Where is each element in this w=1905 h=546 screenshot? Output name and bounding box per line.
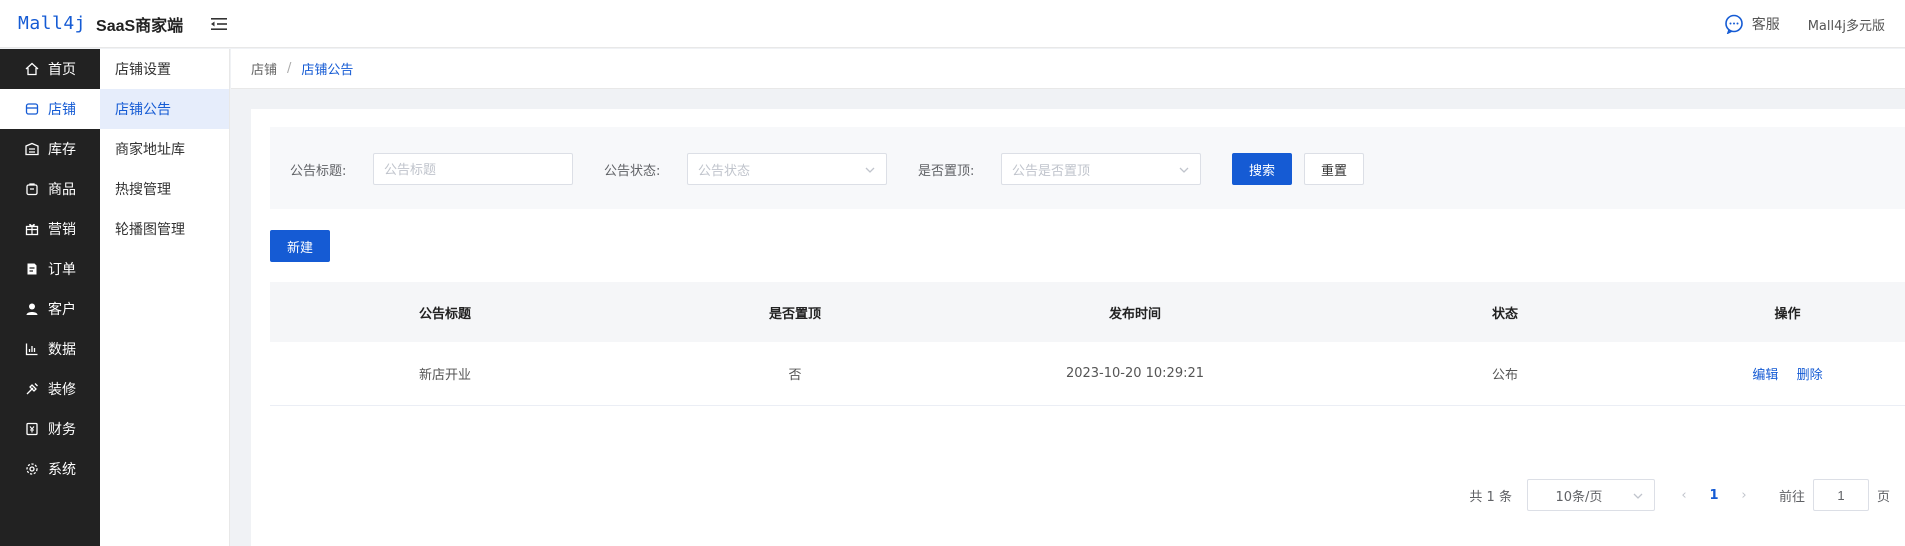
primary-sidebar: 首页 店铺 库存 商品 营销 订单 客户 数据 装修 财务 系统 bbox=[0, 49, 100, 546]
top-filter-placeholder: 公告是否置顶 bbox=[1012, 163, 1091, 179]
status-filter-placeholder: 公告状态 bbox=[698, 163, 751, 179]
sidebar-item-label: 装修 bbox=[48, 382, 76, 398]
logo[interactable]: Mall4j SaaS商家端 bbox=[0, 12, 183, 36]
subnav-item-shop-settings[interactable]: 店铺设置 bbox=[100, 49, 229, 89]
customer-service-button[interactable]: 客服 bbox=[1724, 14, 1780, 34]
sidebar-item-finance[interactable]: 财务 bbox=[0, 409, 100, 449]
collapse-menu-icon[interactable] bbox=[209, 14, 229, 34]
sidebar-item-label: 财务 bbox=[48, 422, 76, 438]
column-header-time: 发布时间 bbox=[1108, 306, 1161, 322]
top-filter-select[interactable]: 公告是否置顶 bbox=[1001, 153, 1201, 185]
stock-icon bbox=[24, 141, 40, 157]
sidebar-item-customers[interactable]: 客户 bbox=[0, 289, 100, 329]
status-filter-label: 公告状态: bbox=[604, 164, 661, 179]
sidebar-item-shop[interactable]: 店铺 bbox=[0, 89, 100, 129]
home-icon bbox=[24, 61, 40, 77]
column-header-title: 公告标题 bbox=[418, 306, 471, 322]
order-icon bbox=[24, 261, 40, 277]
sidebar-item-label: 系统 bbox=[48, 462, 76, 478]
top-header: Mall4j SaaS商家端 客服 Mall4j多元版 bbox=[0, 0, 1905, 48]
cell-actions: 编辑 删除 bbox=[1670, 364, 1905, 383]
sidebar-item-goods[interactable]: 商品 bbox=[0, 169, 100, 209]
page-suffix: 页 bbox=[1876, 489, 1890, 505]
subnav-item-address-book[interactable]: 商家地址库 bbox=[100, 129, 229, 169]
user-icon bbox=[24, 301, 40, 317]
top-filter-label: 是否置顶: bbox=[918, 164, 975, 179]
breadcrumb-current: 店铺公告 bbox=[301, 63, 354, 78]
delete-link[interactable]: 删除 bbox=[1797, 368, 1823, 383]
next-page-button[interactable]: › bbox=[1729, 488, 1759, 503]
breadcrumb-parent[interactable]: 店铺 bbox=[251, 59, 277, 78]
sidebar-item-label: 客户 bbox=[48, 302, 76, 318]
sidebar-item-label: 订单 bbox=[48, 262, 76, 278]
breadcrumb: 店铺 / 店铺公告 bbox=[231, 49, 1905, 89]
subnav-item-carousel[interactable]: 轮播图管理 bbox=[100, 209, 229, 249]
column-header-status: 状态 bbox=[1491, 306, 1518, 322]
page-number-1[interactable]: 1 bbox=[1699, 488, 1729, 503]
sidebar-item-stock[interactable]: 库存 bbox=[0, 129, 100, 169]
column-header-is-top: 是否置顶 bbox=[768, 306, 821, 322]
subnav-item-hot-search[interactable]: 热搜管理 bbox=[100, 169, 229, 209]
goods-icon bbox=[24, 181, 40, 197]
cell-title: 新店开业 bbox=[418, 368, 471, 383]
cell-is-top: 否 bbox=[788, 368, 802, 383]
sidebar-item-decorate[interactable]: 装修 bbox=[0, 369, 100, 409]
search-button[interactable]: 搜索 bbox=[1232, 153, 1292, 185]
decorate-icon bbox=[24, 381, 40, 397]
chevron-down-icon bbox=[1179, 167, 1189, 173]
table-row: 新店开业 否 2023-10-20 10:29:21 公布 编辑 删除 bbox=[270, 342, 1905, 406]
cell-time: 2023-10-20 10:29:21 bbox=[1065, 366, 1205, 381]
logo-text: SaaS商家端 bbox=[96, 17, 184, 35]
chevron-down-icon bbox=[1633, 493, 1643, 499]
table-header: 公告标题 是否置顶 发布时间 状态 操作 bbox=[270, 282, 1905, 342]
subnav-item-shop-notice[interactable]: 店铺公告 bbox=[100, 89, 229, 129]
sidebar-item-marketing[interactable]: 营销 bbox=[0, 209, 100, 249]
sidebar-item-label: 数据 bbox=[48, 342, 76, 358]
gift-icon bbox=[24, 221, 40, 237]
sidebar-item-label: 商品 bbox=[48, 182, 76, 198]
sidebar-item-data[interactable]: 数据 bbox=[0, 329, 100, 369]
gear-icon bbox=[24, 461, 40, 477]
version-label[interactable]: Mall4j多元版 bbox=[1808, 15, 1885, 34]
sidebar-item-orders[interactable]: 订单 bbox=[0, 249, 100, 289]
goto-label: 前往 bbox=[1778, 489, 1805, 505]
shop-icon bbox=[24, 101, 40, 117]
title-filter-label: 公告标题: bbox=[290, 164, 347, 179]
main-content: 公告标题: 公告状态: 公告状态 是否置顶: 公告是否置顶 搜索 重置 新建 公… bbox=[251, 109, 1905, 546]
finance-icon bbox=[24, 421, 40, 437]
edit-link[interactable]: 编辑 bbox=[1752, 368, 1778, 383]
column-header-actions: 操作 bbox=[1774, 306, 1801, 322]
title-filter-field[interactable] bbox=[373, 153, 573, 185]
logo-mark: Mall4j bbox=[18, 13, 87, 34]
pagination: 共 1 条 10条/页 ‹ 1 › 前往 页 bbox=[1469, 479, 1890, 511]
notice-table: 公告标题 是否置顶 发布时间 状态 操作 新店开业 否 2023-10-20 1… bbox=[270, 282, 1905, 406]
sidebar-item-home[interactable]: 首页 bbox=[0, 49, 100, 89]
page-size-value: 10条/页 bbox=[1555, 489, 1603, 505]
sidebar-item-label: 店铺 bbox=[48, 102, 76, 118]
cell-status: 公布 bbox=[1491, 368, 1518, 383]
pagination-total: 共 1 条 bbox=[1469, 489, 1512, 505]
sidebar-item-label: 首页 bbox=[48, 62, 76, 78]
search-panel: 公告标题: 公告状态: 公告状态 是否置顶: 公告是否置顶 搜索 重置 bbox=[270, 127, 1905, 209]
title-filter-input[interactable] bbox=[384, 161, 572, 177]
new-notice-button[interactable]: 新建 bbox=[270, 230, 330, 262]
sidebar-item-label: 营销 bbox=[48, 222, 76, 238]
sidebar-item-label: 库存 bbox=[48, 142, 76, 158]
status-filter-select[interactable]: 公告状态 bbox=[687, 153, 887, 185]
page-size-select[interactable]: 10条/页 bbox=[1526, 479, 1655, 511]
chat-bubble-icon bbox=[1724, 14, 1743, 34]
goto-page-field[interactable] bbox=[1812, 479, 1869, 511]
breadcrumb-separator: / bbox=[287, 61, 292, 76]
customer-service-label: 客服 bbox=[1751, 17, 1780, 33]
secondary-sidebar: 店铺设置 店铺公告 商家地址库 热搜管理 轮播图管理 bbox=[100, 49, 230, 546]
chart-icon bbox=[24, 341, 40, 357]
sidebar-item-system[interactable]: 系统 bbox=[0, 449, 100, 489]
chevron-down-icon bbox=[865, 167, 875, 173]
goto-page-input[interactable] bbox=[1820, 487, 1861, 503]
prev-page-button[interactable]: ‹ bbox=[1669, 488, 1699, 503]
reset-button[interactable]: 重置 bbox=[1304, 153, 1364, 185]
